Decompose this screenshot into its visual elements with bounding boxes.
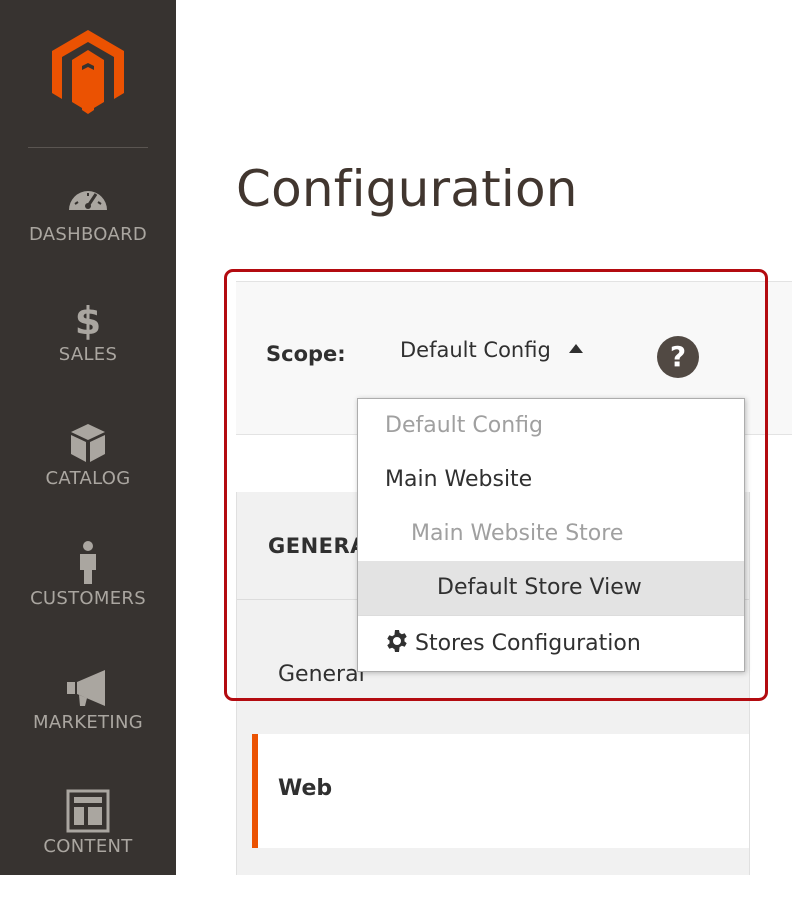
nav-marketing[interactable]: MARKETING xyxy=(0,664,176,774)
dollar-icon: $ xyxy=(75,299,101,342)
box-icon xyxy=(71,424,105,462)
nav-catalog[interactable]: CATALOG xyxy=(0,420,176,530)
tab-web[interactable]: Web xyxy=(278,776,332,801)
nav-customers[interactable]: CUSTOMERS xyxy=(0,540,176,650)
magento-logo[interactable] xyxy=(52,30,124,114)
active-tab-indicator xyxy=(252,734,258,848)
nav-sales[interactable]: $ SALES xyxy=(0,296,176,406)
nav-catalog-label: CATALOG xyxy=(45,468,131,489)
svg-text:$: $ xyxy=(75,299,101,342)
sidebar-divider xyxy=(28,147,148,148)
admin-sidebar: DASHBOARD $ SALES CATALOG CUSTOMERS MARK… xyxy=(0,0,176,875)
layout-icon xyxy=(66,789,110,833)
nav-sales-label: SALES xyxy=(58,344,118,365)
caret-up-icon xyxy=(568,344,583,353)
scope-dropdown-menu: Default Config Main Website Main Website… xyxy=(357,398,745,672)
speedometer-icon xyxy=(69,191,107,210)
stores-configuration-link[interactable]: Stores Configuration xyxy=(358,617,744,671)
nav-marketing-label: MARKETING xyxy=(33,712,143,733)
person-icon xyxy=(80,541,96,584)
nav-customers-label: CUSTOMERS xyxy=(30,588,146,609)
page-title: Configuration xyxy=(236,160,578,218)
scope-label: Scope: xyxy=(266,342,346,366)
scope-option-default-store-view[interactable]: Default Store View xyxy=(358,561,744,615)
help-icon[interactable]: ? xyxy=(657,336,699,378)
tab-general[interactable]: General xyxy=(278,662,365,687)
nav-content[interactable]: CONTENT xyxy=(0,788,176,898)
scope-option-main-website[interactable]: Main Website xyxy=(358,453,744,507)
gear-icon xyxy=(387,630,407,652)
dropdown-divider xyxy=(358,615,744,616)
nav-dashboard[interactable]: DASHBOARD xyxy=(0,176,176,286)
nav-content-label: CONTENT xyxy=(43,836,133,857)
megaphone-icon xyxy=(67,670,105,706)
scope-switcher-button[interactable]: Default Config xyxy=(400,338,583,374)
scope-option-default-config: Default Config xyxy=(385,413,543,438)
nav-dashboard-label: DASHBOARD xyxy=(28,224,148,245)
scope-option-main-website-store: Main Website Store xyxy=(411,521,624,546)
scope-current-value: Default Config xyxy=(400,338,551,362)
stores-configuration-label: Stores Configuration xyxy=(415,631,641,656)
